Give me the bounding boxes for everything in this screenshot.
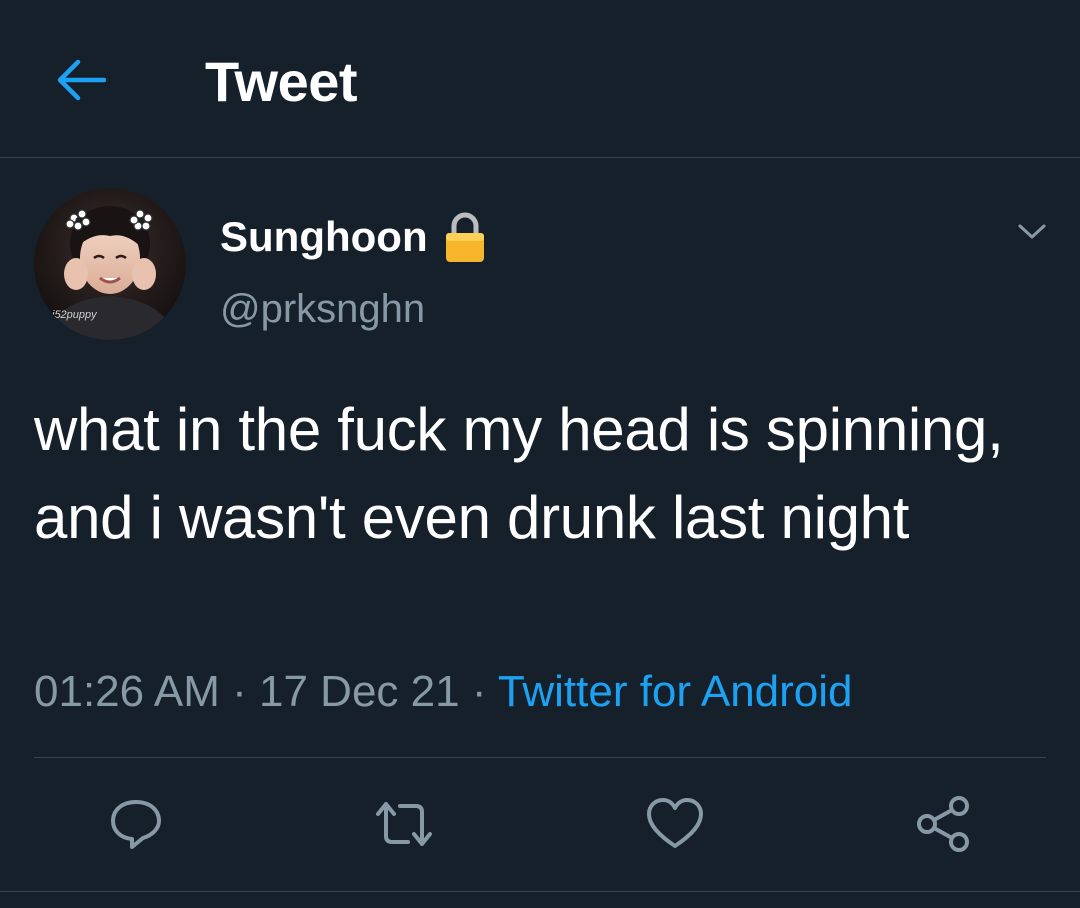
author-username[interactable]: @prksnghn <box>220 284 425 334</box>
tweet-text: what in the fuck my head is spinning, an… <box>34 396 1004 551</box>
heart-icon <box>647 798 703 848</box>
arrow-left-icon <box>57 59 106 101</box>
retweet-icon <box>376 802 432 846</box>
divider <box>34 757 1046 758</box>
avatar-photo: i52puppy <box>34 188 186 340</box>
lock-icon <box>442 210 488 264</box>
reply-button[interactable] <box>101 792 171 856</box>
retweet-button[interactable] <box>369 792 439 856</box>
share-icon <box>917 796 969 852</box>
page-title: Tweet <box>205 50 358 113</box>
reply-icon <box>111 800 161 849</box>
tweet-time: 01:26 AM <box>34 667 220 716</box>
tweet-metadata: 01:26 AM · 17 Dec 21 · Twitter for Andro… <box>34 664 853 720</box>
avatar-watermark: i52puppy <box>52 309 98 321</box>
divider <box>0 891 1080 892</box>
like-button[interactable] <box>640 792 710 856</box>
tweet-source-link[interactable]: Twitter for Android <box>498 667 853 716</box>
tweet-actions-bar <box>0 760 1080 890</box>
share-button[interactable] <box>908 792 978 856</box>
author-display-name[interactable]: Sunghoon <box>220 211 428 263</box>
meta-separator: · <box>459 667 498 716</box>
meta-separator: · <box>219 667 260 716</box>
author-name-row: Sunghoon <box>220 208 488 266</box>
chevron-down-icon <box>1018 224 1046 239</box>
avatar[interactable]: i52puppy <box>34 188 186 340</box>
tweet-date: 17 Dec 21 <box>259 667 460 716</box>
back-button[interactable] <box>48 48 112 112</box>
top-app-bar: Tweet <box>0 0 1080 158</box>
tweet-options-button[interactable] <box>1010 212 1054 252</box>
